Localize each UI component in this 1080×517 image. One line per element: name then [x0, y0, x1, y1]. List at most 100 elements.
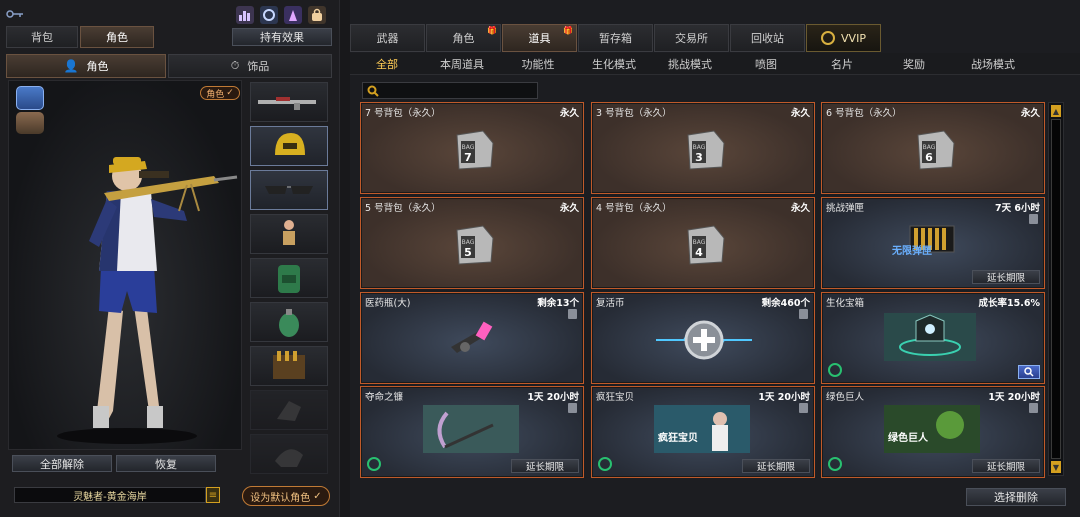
tab-items-label: 道具 — [528, 32, 551, 45]
item-name: 医药瓶(大) — [365, 298, 411, 309]
item-status: 剩余460个 — [761, 298, 810, 309]
item-card[interactable]: 4 号背包（永久） 永久 BAG 4 — [591, 197, 815, 289]
inspect-button[interactable] — [1018, 365, 1040, 379]
trash-icon[interactable] — [568, 309, 577, 319]
subtab-character[interactable]: 👤 角色 — [6, 54, 166, 78]
item-card[interactable]: 绿色巨人 1天 20小时 绿色巨人 延长期限 — [821, 386, 1045, 478]
backpack-icon: BAG3 — [687, 130, 725, 170]
trash-icon[interactable] — [1029, 403, 1038, 413]
item-card[interactable]: 疯狂宝贝 1天 20小时 疯狂宝贝 延长期限 — [591, 386, 815, 478]
scroll-down-icon[interactable]: ▼ — [1051, 461, 1061, 473]
subtab-zombie[interactable]: 生化模式 — [576, 53, 652, 75]
slot-empty-1[interactable] — [250, 390, 328, 430]
subtab-reward[interactable]: 奖励 — [880, 53, 948, 75]
slot-backpack[interactable] — [250, 258, 328, 298]
select-delete-button[interactable]: 选择删除 — [966, 488, 1066, 506]
character-skill-icon-1[interactable] — [16, 86, 44, 110]
slot-ammo[interactable] — [250, 346, 328, 386]
item-card[interactable]: 生化宝箱 成长率15.6% — [821, 292, 1045, 384]
item-status: 7天 6小时 — [994, 203, 1040, 214]
subtab-card[interactable]: 名片 — [804, 53, 880, 75]
scrollbar-thumb[interactable] — [1051, 119, 1061, 459]
slot-glasses[interactable] — [250, 170, 328, 210]
set-default-role-button[interactable]: 设为默认角色 ✓ — [242, 486, 330, 506]
tab-weapons[interactable]: 武器 — [350, 24, 425, 52]
item-card[interactable]: 7 号背包（永久） 永久 BAG 7 — [360, 102, 584, 194]
extend-button[interactable]: 延长期限 — [742, 459, 810, 473]
tab-items[interactable]: 道具 🎁 — [502, 24, 577, 52]
refresh-icon[interactable] — [260, 6, 278, 24]
extend-button[interactable]: 延长期限 — [511, 459, 579, 473]
bag-tag: BAG — [462, 239, 475, 246]
item-name: 4 号背包（永久） — [596, 203, 672, 214]
dress-icon[interactable] — [284, 6, 302, 24]
role-badge-label: 角色 — [206, 89, 225, 100]
stats-icon[interactable] — [236, 6, 254, 24]
extend-button[interactable]: 延长期限 — [972, 270, 1040, 284]
item-card[interactable]: 医药瓶(大) 剩余13个 — [360, 292, 584, 384]
accessory-icon: ⏱ — [230, 59, 240, 72]
search-input[interactable] — [362, 82, 538, 99]
slot-empty-2[interactable] — [250, 434, 328, 474]
zombie-chest-icon — [884, 313, 976, 361]
slot-helmet[interactable] — [250, 126, 328, 166]
inventory-panel: 武器 角色 🎁 道具 🎁 暂存箱 交易所 回收站 VVIP 全部 本周道具 功能性 … — [350, 0, 1080, 517]
item-card[interactable]: 复活币 剩余460个 — [591, 292, 815, 384]
item-card[interactable]: 5 号背包（永久） 永久 BAG 5 — [360, 197, 584, 289]
tab-recycle[interactable]: 回收站 — [730, 24, 805, 52]
bag-shop-icon[interactable] — [308, 6, 326, 24]
subtab-battlefield[interactable]: 战场模式 — [948, 53, 1038, 75]
slot-primary-weapon[interactable] — [250, 82, 328, 122]
restore-button[interactable]: 恢复 — [116, 455, 216, 472]
check-icon: ✓ — [226, 88, 234, 98]
sunglasses-icon — [265, 186, 313, 194]
item-status: 1天 20小时 — [758, 392, 810, 403]
main-tabs: 武器 角色 🎁 道具 🎁 暂存箱 交易所 回收站 VVIP — [350, 24, 882, 52]
scrollbar[interactable]: ▲ ▼ — [1048, 102, 1064, 476]
green-giant-icon: 绿色巨人 — [884, 405, 980, 453]
subtab-functional[interactable]: 功能性 — [500, 53, 576, 75]
grenade-icon — [279, 309, 299, 337]
character-preview[interactable] — [8, 80, 242, 450]
trash-icon[interactable] — [1029, 214, 1038, 224]
slot-spray[interactable] — [250, 214, 328, 254]
trash-icon[interactable] — [568, 403, 577, 413]
crazy-baby-art-text: 疯狂宝贝 — [658, 431, 698, 444]
item-card[interactable]: 挑战弹匣 7天 6小时 无限弹匣 延长期限 — [821, 197, 1045, 289]
item-card[interactable]: 夺命之镰 1天 20小时 延长期限 — [360, 386, 584, 478]
slot-grenade[interactable] — [250, 302, 328, 342]
character-panel: 背包 角色 持有效果 👤 角色 ⏱ 饰品 角色 ✓ 全部解除 恢复 灵魅者-黄金… — [0, 0, 340, 517]
character-skill-icon-2[interactable] — [16, 112, 44, 134]
green-backpack-icon — [278, 265, 300, 293]
top-icon-bar — [236, 6, 336, 24]
item-name: 复活币 — [596, 298, 625, 309]
trash-icon[interactable] — [799, 309, 808, 319]
item-card[interactable]: 3 号背包（永久） 永久 BAG 3 — [591, 102, 815, 194]
tab-exchange[interactable]: 交易所 — [654, 24, 729, 52]
subtab-accessory[interactable]: ⏱ 饰品 — [168, 54, 332, 78]
unequip-all-button[interactable]: 全部解除 — [12, 455, 112, 472]
item-name: 生化宝箱 — [826, 298, 865, 309]
effects-button[interactable]: 持有效果 — [232, 28, 332, 46]
subtab-accessory-label: 饰品 — [247, 60, 270, 73]
tab-storage[interactable]: 暂存箱 — [578, 24, 653, 52]
item-card[interactable]: 6 号背包（永久） 永久 BAG 6 — [821, 102, 1045, 194]
set-default-role-label: 设为默认角色 — [250, 492, 311, 504]
infinite-ammo-icon: 无限弹匣 — [891, 225, 955, 257]
tab-vvip[interactable]: VVIP — [806, 24, 881, 52]
tab-roles[interactable]: 角色 🎁 — [426, 24, 501, 52]
app-root: 背包 角色 持有效果 👤 角色 ⏱ 饰品 角色 ✓ 全部解除 恢复 灵魅者-黄金… — [0, 0, 1080, 517]
subtab-challenge[interactable]: 挑战模式 — [652, 53, 728, 75]
tab-character[interactable]: 角色 — [80, 26, 154, 48]
trash-icon[interactable] — [799, 403, 808, 413]
scroll-up-icon[interactable]: ▲ — [1051, 105, 1061, 117]
menu-list-icon[interactable]: ≡ — [206, 487, 220, 503]
subtab-spray[interactable]: 喷图 — [728, 53, 804, 75]
extend-button[interactable]: 延长期限 — [972, 459, 1040, 473]
subtab-weekly[interactable]: 本周道具 — [424, 53, 500, 75]
bag-number: 7 — [464, 151, 472, 164]
tab-backpack[interactable]: 背包 — [6, 26, 78, 48]
bag-number: 3 — [695, 151, 703, 164]
subtab-all[interactable]: 全部 — [350, 53, 424, 75]
key-icon[interactable] — [6, 4, 24, 18]
